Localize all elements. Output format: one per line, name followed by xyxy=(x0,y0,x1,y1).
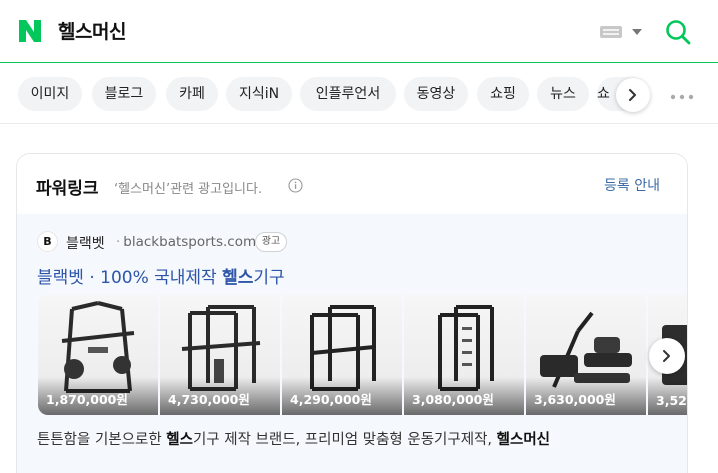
tab-shopping[interactable]: 쇼핑 xyxy=(477,77,529,111)
powerlink-card: 파워링크 ‘헬스머신’관련 광고입니다. 등록 안내 B 블랙벳 · blackb… xyxy=(16,153,688,473)
tab-influencer[interactable]: 인플루언서 xyxy=(300,77,396,111)
chevron-right-icon xyxy=(663,350,670,362)
ad-badge: 광고 xyxy=(255,232,287,252)
info-icon[interactable] xyxy=(288,178,303,193)
tabs-next-button[interactable] xyxy=(616,78,650,112)
desc-keyword-2: 헬스머신 xyxy=(496,432,551,448)
product-thumbnail[interactable]: 1,870,000원 xyxy=(38,295,158,415)
product-thumbnail[interactable]: 4,290,000원 xyxy=(282,295,402,415)
site-favicon[interactable]: B xyxy=(37,231,58,252)
separator-dot: · xyxy=(116,234,121,250)
site-url-text: blackbatsports.com xyxy=(123,234,257,250)
product-thumbnail[interactable]: 3,080,000원 xyxy=(404,295,524,415)
search-tab-bar: 이미지 블로그 카페 지식iN 인플루언서 동영상 쇼핑 뉴스 쇼 xyxy=(0,64,718,124)
desc-part-2: 기구 제작 브랜드, 프리미엄 맞춤형 운동기구제작, xyxy=(192,432,497,448)
product-price: 1,870,000원 xyxy=(46,392,128,407)
desc-keyword-1: 헬스 xyxy=(166,432,193,448)
ad-title-prefix: 블랙벳 · 100% 국내제작 xyxy=(37,268,223,288)
tab-cafe[interactable]: 카페 xyxy=(166,77,218,111)
keyboard-icon[interactable] xyxy=(600,26,622,38)
tab-news[interactable]: 뉴스 xyxy=(537,77,589,111)
gallery-next-button[interactable] xyxy=(649,338,685,374)
product-thumbnail[interactable]: 4,730,000원 xyxy=(160,295,280,415)
site-name[interactable]: 블랙벳 xyxy=(66,233,105,253)
powerlink-header: 파워링크 ‘헬스머신’관련 광고입니다. 등록 안내 xyxy=(17,154,687,214)
search-header: 헬스머신 xyxy=(0,0,718,63)
ad-register-link[interactable]: 등록 안내 xyxy=(604,175,660,195)
chevron-down-icon[interactable] xyxy=(632,29,642,35)
ad-title-link[interactable]: 블랙벳 · 100% 국내제작 헬스기구 xyxy=(37,263,285,288)
product-price: 3,630,000원 xyxy=(534,392,616,407)
ad-description: 튼튼함을 기본으로한 헬스기구 제작 브랜드, 프리미엄 맞춤형 운동기구제작,… xyxy=(37,428,550,449)
tab-blog[interactable]: 블로그 xyxy=(92,77,156,111)
powerlink-note: ‘헬스머신’관련 광고입니다. xyxy=(114,182,263,197)
product-price: 3,080,000원 xyxy=(412,392,494,407)
product-price: 4,290,000원 xyxy=(290,392,372,407)
chevron-right-icon xyxy=(629,89,636,101)
ad-title-keyword: 헬스 xyxy=(222,268,254,288)
site-url[interactable]: · blackbatsports.com xyxy=(116,234,256,250)
powerlink-title: 파워링크 xyxy=(36,179,99,199)
product-thumbnail[interactable]: 3,630,000원 xyxy=(526,295,646,415)
naver-logo-icon[interactable] xyxy=(17,18,43,44)
product-price: 3,520 xyxy=(656,393,687,408)
search-icon[interactable] xyxy=(664,18,692,46)
tab-video[interactable]: 동영상 xyxy=(404,77,468,111)
ad-title-suffix: 기구 xyxy=(253,268,285,288)
more-dots-icon[interactable] xyxy=(670,94,694,100)
tab-knowledge-in[interactable]: 지식iN xyxy=(226,77,292,111)
search-query-text[interactable]: 헬스머신 xyxy=(58,17,126,44)
tab-image[interactable]: 이미지 xyxy=(18,77,82,111)
ad-item: B 블랙벳 · blackbatsports.com 광고 블랙벳 · 100% … xyxy=(17,214,687,473)
desc-part-1: 튼튼함을 기본으로한 xyxy=(37,432,167,448)
product-price: 4,730,000원 xyxy=(168,392,250,407)
